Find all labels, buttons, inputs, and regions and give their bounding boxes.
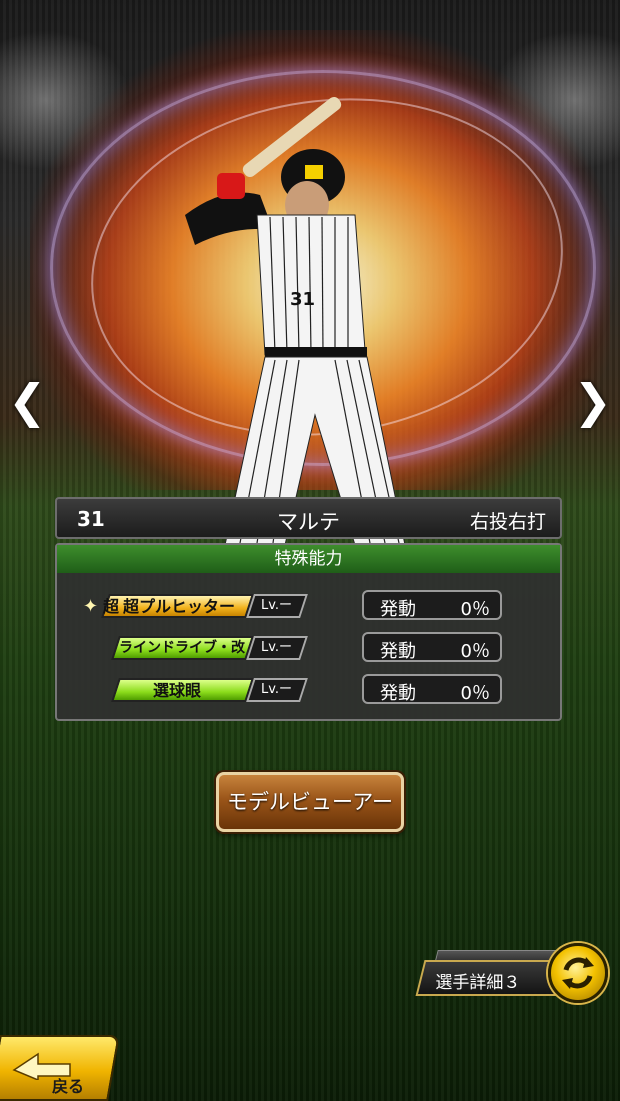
ability-level: Lv.ー xyxy=(246,678,308,702)
ability-level: Lv.ー xyxy=(246,636,308,660)
refresh-icon[interactable] xyxy=(548,943,608,1003)
player-detail-button[interactable]: 選手詳細３ xyxy=(415,960,567,996)
player-handedness: 右投右打 xyxy=(469,511,546,533)
back-label: 戻る xyxy=(52,1077,85,1096)
model-viewer-button[interactable]: モデルビューアー xyxy=(216,772,404,832)
ability-trigger-rate: 発動 0％ xyxy=(362,590,502,620)
ability-name: ラインドライブ・改 xyxy=(119,640,245,656)
ability-row[interactable]: 選球眼 Lv.ー 発動 0％ xyxy=(57,674,560,708)
ability-trigger-rate: 発動 0％ xyxy=(362,674,502,704)
ability-row[interactable]: ラインドライブ・改 Lv.ー 発動 0％ xyxy=(57,632,560,666)
prev-player-arrow[interactable]: ❮ xyxy=(8,378,47,424)
ability-name: 選球眼 xyxy=(153,681,202,700)
player-info-bar: 31 マルテ 右投右打 xyxy=(55,497,562,539)
ability-name: 超プルヒッター xyxy=(123,597,236,616)
ability-prefix: 超 xyxy=(103,597,120,616)
sparkle-icon: ✦ xyxy=(83,596,99,617)
ability-row[interactable]: ✦ 超 超プルヒッター Lv.ー 発動 0％ xyxy=(57,590,560,624)
special-abilities-panel: 特殊能力 ✦ 超 超プルヒッター Lv.ー 発動 0％ ラインドライブ・改 Lv… xyxy=(55,543,562,721)
next-player-arrow[interactable]: ❯ xyxy=(573,378,612,424)
ability-level: Lv.ー xyxy=(246,594,308,618)
background-stadium: 31 ❮ ❯ 31 マルテ 右投右打 特殊能力 ✦ 超 超プルヒッター Lv.ー… xyxy=(0,0,620,1101)
player-image: 31 xyxy=(185,96,406,545)
svg-text:31: 31 xyxy=(290,289,315,310)
ability-trigger-rate: 発動 0％ xyxy=(362,632,502,662)
abilities-header: 特殊能力 xyxy=(57,545,560,573)
